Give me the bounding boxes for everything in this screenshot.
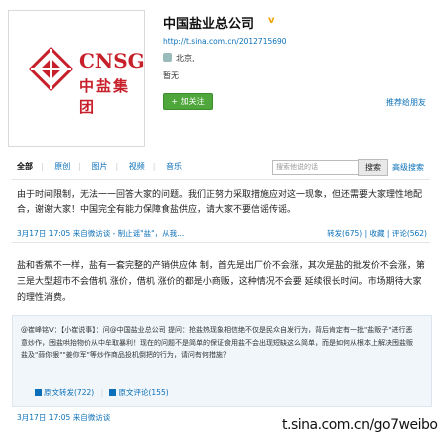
profile-name: 中国盐业总公司 (163, 17, 255, 32)
recommend-link[interactable]: 推荐给朋友 (386, 97, 426, 108)
post-actions[interactable]: 转发(675) | 收藏 | 评论(562) (327, 228, 427, 239)
location-row: 北京, (163, 53, 195, 64)
company-logo: CNSG 中盐集团 (8, 10, 145, 147)
logo-text-en: CNSG (79, 49, 145, 73)
post-text: 由于时间限制，无法一一回答大家的问题。我们正努力采取措施应对这一现象，但还需要大… (17, 190, 423, 215)
advanced-search-link[interactable]: 高级搜索 (392, 162, 424, 173)
search-input[interactable]: 搜索他说的话 (272, 160, 360, 175)
follow-button[interactable]: + 加关注 (163, 93, 213, 110)
tab-music[interactable]: 音乐 (166, 162, 182, 171)
tab-images[interactable]: 图片 (92, 162, 108, 171)
tab-original[interactable]: 原创 (54, 162, 70, 171)
post-text: 盐和香蕉不一样，盐有一套完整的产销供应体 制，首先是出厂价不会涨，其次是盐的批发… (17, 261, 425, 303)
tab-divider: | (41, 162, 44, 171)
tab-divider: | (78, 162, 81, 171)
profile-bio: 暂无 (163, 71, 179, 80)
post-meta: 3月17日 17:05 来自微访谈 - 制止谣"盐"，从我... 转发(675)… (17, 228, 427, 239)
location-text: 北京, (176, 54, 195, 63)
logo-text-cn: 中盐集团 (79, 77, 131, 116)
link-divider: | (100, 388, 104, 397)
tab-divider: | (115, 162, 119, 171)
tab-divider: | (152, 162, 156, 171)
comment-icon (109, 389, 117, 396)
person-icon (163, 53, 172, 62)
post-timestamp-source[interactable]: 3月17日 17:05 来自微访谈 - 制止谣"盐"，从我... (17, 229, 184, 238)
verified-badge-icon: v (268, 15, 275, 26)
tab-all[interactable]: 全部 (17, 162, 33, 171)
cnsg-diamond-icon (29, 47, 73, 91)
tab-videos[interactable]: 视频 (129, 162, 145, 171)
divider (12, 179, 430, 180)
forward-icon (35, 389, 42, 396)
post-meta[interactable]: 3月17日 17:05 来自微访谈 (17, 412, 110, 423)
feed-tabs: 全部 | 原创 | 图片 | 视频 | 音乐 (17, 161, 190, 172)
watermark: t.sina.com.cn/go7weibo (282, 417, 438, 433)
quoted-post-actions: 原文转发(722) | 原文评论(155) (35, 387, 169, 398)
profile-url-link[interactable]: http://t.sina.com.cn/2012715690 (163, 37, 287, 46)
quoted-post: @崔峰铭V：【小崔说事】：问@中国盐业总公司 提问：抢盐热现象相信绝不仅是民众自… (12, 315, 432, 407)
original-comment-link[interactable]: 原文评论(155) (118, 388, 168, 397)
original-forward-link[interactable]: 原文转发(722) (44, 388, 94, 397)
search-button[interactable]: 搜索 (358, 159, 388, 176)
divider (12, 242, 430, 243)
quoted-post-text: @崔峰铭V：【小崔说事】：问@中国盐业总公司 提问：抢盐热现象相信绝不仅是民众自… (21, 326, 413, 359)
